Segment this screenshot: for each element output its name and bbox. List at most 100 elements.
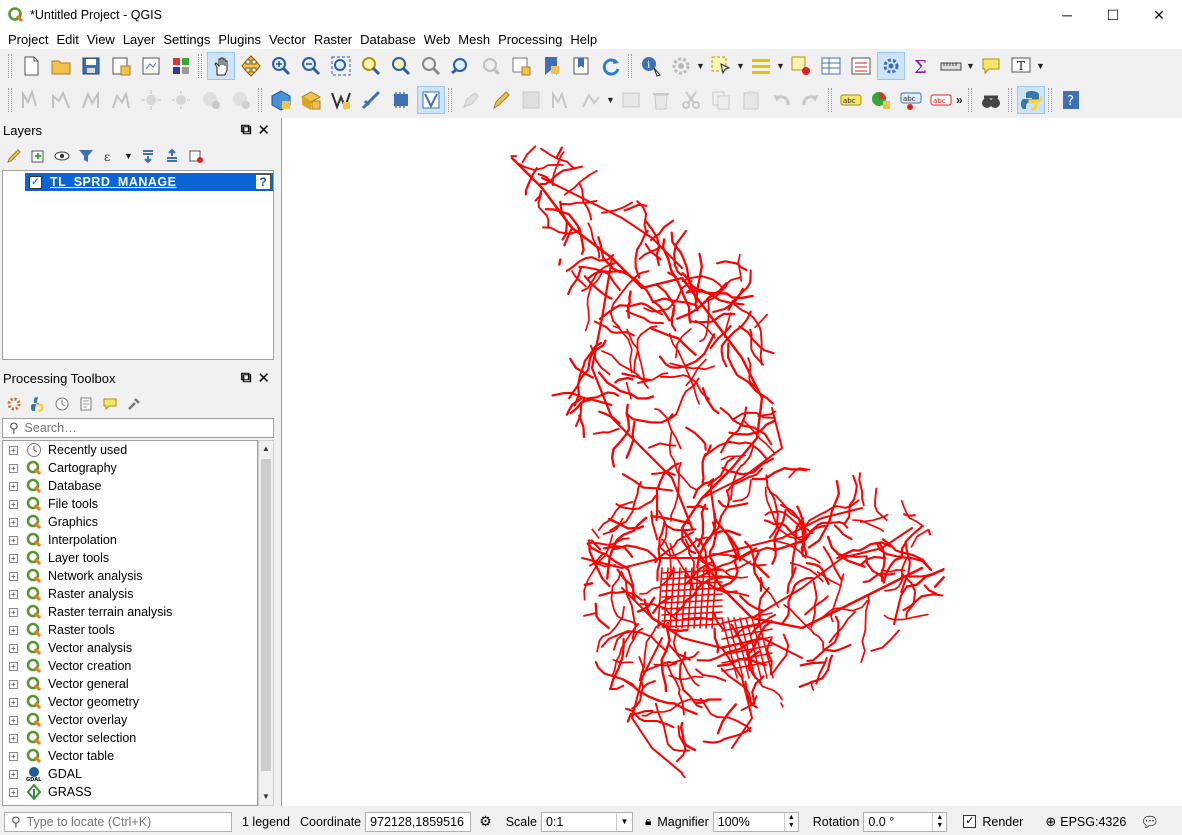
expand-icon[interactable]: +	[9, 715, 18, 725]
processing-search-input[interactable]	[24, 421, 255, 435]
new-spatialite-layer-icon[interactable]	[327, 86, 355, 114]
more-tools-icon[interactable]: »	[956, 93, 966, 107]
open-layer-styling-icon[interactable]	[4, 146, 24, 166]
processing-search[interactable]: ⚲	[2, 418, 274, 438]
processing-tree-item[interactable]: + Interpolation	[3, 531, 257, 549]
menu-processing[interactable]: Processing	[494, 32, 566, 47]
layer-diagram-icon[interactable]	[867, 86, 895, 114]
statistical-summary-icon[interactable]: Σ	[907, 52, 935, 80]
annotation-dropdown-icon[interactable]: ▼	[1036, 61, 1046, 71]
mesh-select-icon[interactable]	[107, 86, 135, 114]
expand-icon[interactable]: +	[9, 643, 18, 653]
new-bookmark-icon[interactable]	[537, 52, 565, 80]
shadow-icon[interactable]	[167, 86, 195, 114]
add-group-icon[interactable]	[28, 146, 48, 166]
processing-tree-item[interactable]: + Vector selection	[3, 729, 257, 747]
delete-selected-icon[interactable]	[647, 86, 675, 114]
processing-tree-item[interactable]: + Database	[3, 477, 257, 495]
float-panel-icon[interactable]: ⧉	[241, 121, 252, 139]
maximize-button[interactable]: ☐	[1090, 0, 1136, 30]
collapse-all-icon[interactable]	[162, 146, 182, 166]
select-by-value-icon[interactable]	[747, 52, 775, 80]
expand-icon[interactable]: +	[9, 625, 18, 635]
toolbar-grip[interactable]	[198, 54, 202, 78]
run-action-icon[interactable]	[667, 52, 695, 80]
expand-icon[interactable]: +	[9, 751, 18, 761]
processing-tree-item[interactable]: + Vector overlay	[3, 711, 257, 729]
zoom-to-selection-icon[interactable]	[357, 52, 385, 80]
expand-icon[interactable]: +	[9, 806, 18, 807]
expand-icon[interactable]: +	[9, 697, 18, 707]
new-project-icon[interactable]	[17, 52, 45, 80]
select-dropdown-icon[interactable]: ▼	[736, 61, 746, 71]
expand-icon[interactable]: +	[9, 517, 18, 527]
expand-icon[interactable]: +	[9, 553, 18, 563]
processing-tree-item[interactable]: + Raster tools	[3, 621, 257, 639]
toolbar-grip[interactable]	[448, 88, 452, 112]
filter-legend-icon[interactable]	[76, 146, 96, 166]
processing-tree-item[interactable]: + Network analysis	[3, 567, 257, 585]
scale-combobox[interactable]: 0:1 ▼	[540, 811, 633, 832]
close-window-button[interactable]: ✕	[1136, 0, 1182, 30]
crs-globe-icon[interactable]: ⊕	[1045, 814, 1056, 830]
print-layout-icon[interactable]	[137, 52, 165, 80]
refresh-icon[interactable]	[597, 52, 625, 80]
field-calculator-icon[interactable]	[847, 52, 875, 80]
zoom-out-icon[interactable]	[297, 52, 325, 80]
edit-features-in-place-icon[interactable]	[100, 394, 120, 414]
processing-tree-scrollbar[interactable]: ▲ ▼	[258, 440, 274, 806]
processing-toolbox-icon[interactable]	[877, 52, 905, 80]
redo-icon[interactable]	[797, 86, 825, 114]
measure-dropdown-icon[interactable]: ▼	[966, 61, 976, 71]
identify-features-icon[interactable]: i	[637, 52, 665, 80]
new-map-view-icon[interactable]	[507, 52, 535, 80]
remove-layer-icon[interactable]	[186, 146, 206, 166]
mesh-transform-icon[interactable]	[77, 86, 105, 114]
processing-tree-item[interactable]: + Graphics	[3, 513, 257, 531]
highlight-pinned-labels-icon[interactable]: abc	[927, 86, 955, 114]
legend-status[interactable]: 1 legend	[242, 815, 290, 829]
expand-icon[interactable]: +	[9, 535, 18, 545]
current-edits-icon[interactable]	[457, 86, 485, 114]
map-swipe-icon[interactable]	[977, 86, 1005, 114]
processing-tree-item[interactable]: + Vector geometry	[3, 693, 257, 711]
toggle-editing-icon[interactable]	[487, 86, 515, 114]
expand-icon[interactable]: +	[9, 769, 18, 779]
help-contents-icon[interactable]: ?	[1057, 86, 1085, 114]
map-canvas[interactable]	[281, 118, 1182, 806]
attribute-table-icon[interactable]	[817, 52, 845, 80]
layer-labeling-icon[interactable]: abc	[837, 86, 865, 114]
expand-icon[interactable]: +	[9, 733, 18, 743]
rotation-spin-icon[interactable]: ▲ ▼	[932, 812, 946, 831]
new-temporary-scratch-layer-icon[interactable]	[417, 86, 445, 114]
expand-icon[interactable]: +	[9, 679, 18, 689]
processing-tree-item[interactable]: + Vector general	[3, 675, 257, 693]
processing-tree-item[interactable]: + Vector creation	[3, 657, 257, 675]
save-project-icon[interactable]	[77, 52, 105, 80]
new-shapefile-layer-icon[interactable]	[297, 86, 325, 114]
processing-tree-item[interactable]: + Layer tools	[3, 549, 257, 567]
pan-hand-icon[interactable]	[207, 52, 235, 80]
zoom-last-icon[interactable]	[447, 52, 475, 80]
measure-line-icon[interactable]	[937, 52, 965, 80]
toolbar-grip[interactable]	[8, 54, 12, 78]
expand-icon[interactable]: +	[9, 481, 18, 491]
toolbar-grip[interactable]	[8, 88, 12, 112]
expand-all-icon[interactable]	[138, 146, 158, 166]
scale-dropdown-icon[interactable]: ▼	[615, 812, 632, 831]
mesh-edit-icon[interactable]	[47, 86, 75, 114]
modify-attributes-icon[interactable]	[617, 86, 645, 114]
lock-scale-icon[interactable]: 🔒︎	[645, 814, 651, 829]
zoom-in-icon[interactable]	[267, 52, 295, 80]
add-feature-icon[interactable]	[547, 86, 575, 114]
select-features-icon[interactable]	[707, 52, 735, 80]
scrollbar-thumb[interactable]	[261, 459, 271, 771]
undo-icon[interactable]	[767, 86, 795, 114]
menu-help[interactable]: Help	[566, 32, 601, 47]
style-manager-icon[interactable]	[167, 52, 195, 80]
expand-icon[interactable]: +	[9, 499, 18, 509]
models-icon[interactable]	[4, 394, 24, 414]
processing-tree-item[interactable]: + SAGA	[3, 801, 257, 807]
close-panel-icon[interactable]: ✕	[257, 121, 270, 139]
globe-icon[interactable]	[227, 86, 255, 114]
